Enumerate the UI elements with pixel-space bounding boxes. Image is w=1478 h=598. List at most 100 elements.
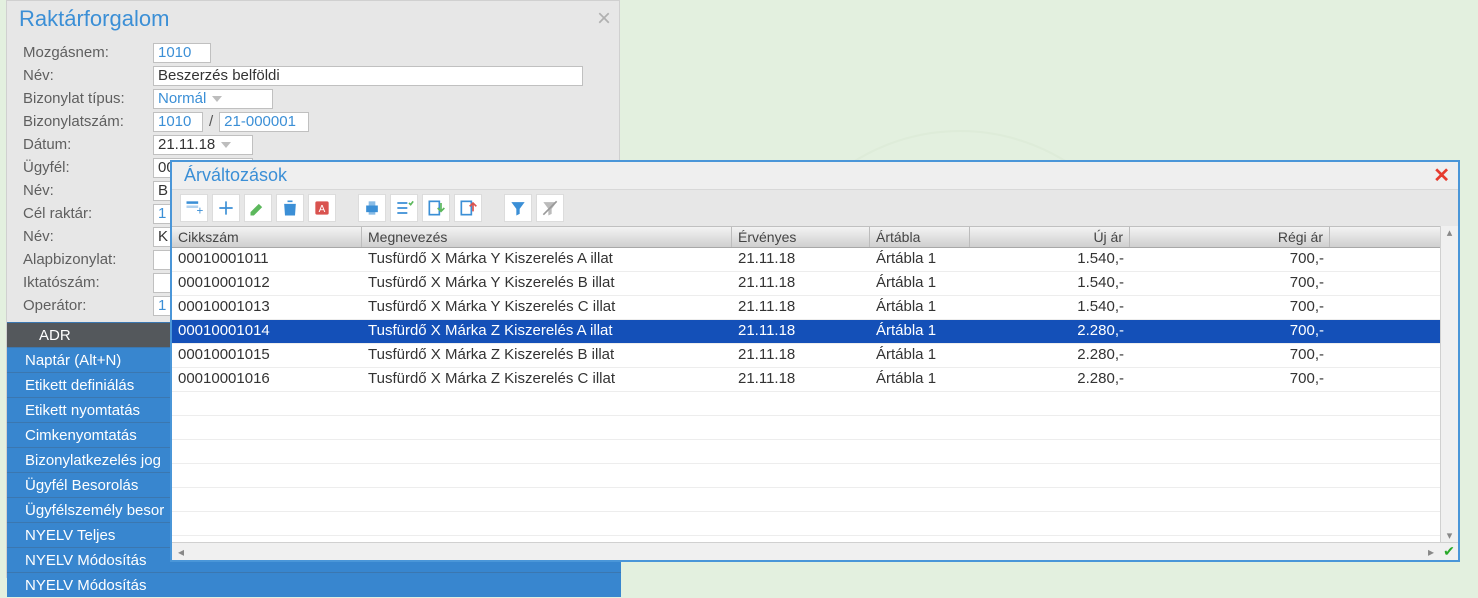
grid-header: Cikkszám Megnevezés Érvényes Ártábla Új … <box>172 226 1458 248</box>
sidebar-item[interactable]: NYELV Módosítás <box>7 572 621 597</box>
cell-megnevezes: Tusfürdő X Márka Y Kiszerelés B illat <box>362 272 732 295</box>
label-celraktar: Cél raktár: <box>23 205 153 222</box>
col-megnevezes[interactable]: Megnevezés <box>362 227 732 247</box>
cell-regiar: 700,- <box>1130 296 1330 319</box>
cell-artabla: Ártábla 1 <box>870 272 970 295</box>
table-row[interactable]: 00010001016Tusfürdő X Márka Z Kiszerelés… <box>172 368 1458 392</box>
edit-icon[interactable] <box>244 194 272 222</box>
bizszam-a-input[interactable] <box>153 112 203 132</box>
add-row-icon[interactable]: + <box>180 194 208 222</box>
cell-cikkszam: 00010001013 <box>172 296 362 319</box>
cell-ervenyes: 21.11.18 <box>732 248 870 271</box>
cell-megnevezes: Tusfürdő X Márka Z Kiszerelés A illat <box>362 320 732 343</box>
delete-all-icon[interactable]: A <box>308 194 336 222</box>
col-spacer <box>1330 227 1458 247</box>
label-nev3: Név: <box>23 228 153 245</box>
bizszam-b-input[interactable] <box>219 112 309 132</box>
svg-text:+: + <box>197 205 204 218</box>
label-datum: Dátum: <box>23 136 153 153</box>
cell-ervenyes: 21.11.18 <box>732 296 870 319</box>
table-row-empty <box>172 416 1458 440</box>
datum-select[interactable]: 21.11.18 <box>153 135 253 155</box>
close-icon[interactable]: ✕ <box>1433 163 1450 188</box>
cell-ervenyes: 21.11.18 <box>732 320 870 343</box>
cell-regiar: 700,- <box>1130 368 1330 391</box>
cell-ervenyes: 21.11.18 <box>732 272 870 295</box>
col-ervenyes[interactable]: Érvényes <box>732 227 870 247</box>
table-row-empty <box>172 392 1458 416</box>
slash-separator: / <box>209 113 213 130</box>
close-icon[interactable]: × <box>597 5 611 33</box>
print-icon[interactable] <box>358 194 386 222</box>
cell-cikkszam: 00010001015 <box>172 344 362 367</box>
clear-filter-icon[interactable] <box>536 194 564 222</box>
cell-artabla: Ártábla 1 <box>870 368 970 391</box>
modal-toolbar: +A <box>172 190 1458 226</box>
chevron-down-icon <box>221 142 231 148</box>
col-ujar[interactable]: Új ár <box>970 227 1130 247</box>
scroll-up-icon[interactable]: ▴ <box>1447 226 1453 239</box>
cell-regiar: 700,- <box>1130 320 1330 343</box>
table-row[interactable]: 00010001012Tusfürdő X Márka Y Kiszerelés… <box>172 272 1458 296</box>
cell-regiar: 700,- <box>1130 272 1330 295</box>
scroll-right-icon[interactable]: ▸ <box>1422 545 1440 559</box>
col-artabla[interactable]: Ártábla <box>870 227 970 247</box>
confirm-check-icon[interactable]: ✔ <box>1440 543 1458 560</box>
cell-ujar: 1.540,- <box>970 296 1130 319</box>
cell-megnevezes: Tusfürdő X Márka Z Kiszerelés B illat <box>362 344 732 367</box>
cell-megnevezes: Tusfürdő X Márka Y Kiszerelés A illat <box>362 248 732 271</box>
modal-title: Árváltozások <box>184 165 287 186</box>
table-row-empty <box>172 512 1458 536</box>
arvaltozasok-modal: Árváltozások ✕ +A Cikkszám Megnevezés Ér… <box>170 160 1460 562</box>
cell-cikkszam: 00010001012 <box>172 272 362 295</box>
label-biztipus: Bizonylat típus: <box>23 90 153 107</box>
cell-cikkszam: 00010001016 <box>172 368 362 391</box>
label-operator: Operátor: <box>23 297 153 314</box>
cell-cikkszam: 00010001011 <box>172 248 362 271</box>
export-icon[interactable] <box>422 194 450 222</box>
cell-artabla: Ártábla 1 <box>870 344 970 367</box>
cell-ujar: 1.540,- <box>970 248 1130 271</box>
col-regiar[interactable]: Régi ár <box>1130 227 1330 247</box>
cell-regiar: 700,- <box>1130 344 1330 367</box>
cell-artabla: Ártábla 1 <box>870 320 970 343</box>
cell-ujar: 2.280,- <box>970 344 1130 367</box>
col-cikkszam[interactable]: Cikkszám <box>172 227 362 247</box>
label-nev2: Név: <box>23 182 153 199</box>
delete-icon[interactable] <box>276 194 304 222</box>
plus-icon[interactable] <box>212 194 240 222</box>
cell-artabla: Ártábla 1 <box>870 296 970 319</box>
table-row[interactable]: 00010001014Tusfürdő X Márka Z Kiszerelés… <box>172 320 1458 344</box>
label-mozgasnem: Mozgásnem: <box>23 44 153 61</box>
cell-megnevezes: Tusfürdő X Márka Z Kiszerelés C illat <box>362 368 732 391</box>
modal-title-bar: Árváltozások ✕ <box>172 162 1458 190</box>
cell-ujar: 2.280,- <box>970 320 1130 343</box>
label-iktato: Iktatószám: <box>23 274 153 291</box>
table-row[interactable]: 00010001011Tusfürdő X Márka Y Kiszerelés… <box>172 248 1458 272</box>
import-icon[interactable] <box>454 194 482 222</box>
table-row-empty <box>172 488 1458 512</box>
nev1-input[interactable] <box>153 66 583 86</box>
grid-body: 00010001011Tusfürdő X Márka Y Kiszerelés… <box>172 248 1458 536</box>
biztipus-select[interactable]: Normál <box>153 89 273 109</box>
table-row[interactable]: 00010001013Tusfürdő X Márka Y Kiszerelés… <box>172 296 1458 320</box>
scroll-down-icon[interactable]: ▾ <box>1447 529 1453 542</box>
svg-text:A: A <box>319 204 326 215</box>
vertical-scrollbar[interactable]: ▴ ▾ <box>1440 226 1458 542</box>
cell-regiar: 700,- <box>1130 248 1330 271</box>
table-row[interactable]: 00010001015Tusfürdő X Márka Z Kiszerelés… <box>172 344 1458 368</box>
mozgasnem-input[interactable] <box>153 43 211 63</box>
label-alapbiz: Alapbizonylat: <box>23 251 153 268</box>
modal-footer: ◂ ▸ ✔ <box>172 542 1458 560</box>
cell-ervenyes: 21.11.18 <box>732 344 870 367</box>
cell-ujar: 2.280,- <box>970 368 1130 391</box>
table-row-empty <box>172 464 1458 488</box>
filter-icon[interactable] <box>504 194 532 222</box>
cell-ervenyes: 21.11.18 <box>732 368 870 391</box>
cell-megnevezes: Tusfürdő X Márka Y Kiszerelés C illat <box>362 296 732 319</box>
table-row-empty <box>172 440 1458 464</box>
cell-ujar: 1.540,- <box>970 272 1130 295</box>
label-nev1: Név: <box>23 67 153 84</box>
select-all-icon[interactable] <box>390 194 418 222</box>
scroll-left-icon[interactable]: ◂ <box>172 545 190 559</box>
